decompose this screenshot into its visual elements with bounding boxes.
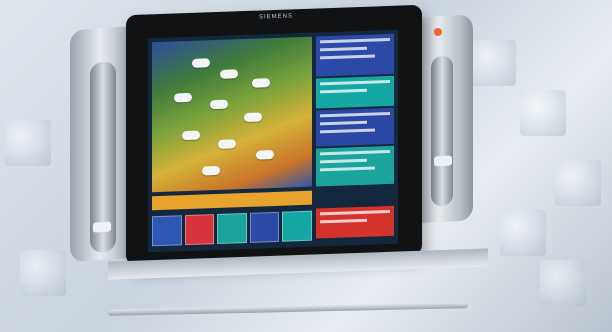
weather-map	[152, 36, 312, 193]
screen-button[interactable]	[152, 215, 182, 247]
product-photo: SIEMENS	[0, 0, 612, 332]
stylus	[107, 302, 469, 316]
cloud-icon	[252, 78, 270, 88]
alert-panel	[316, 205, 394, 239]
screen-button[interactable]	[249, 211, 280, 243]
cloud-icon	[174, 92, 192, 103]
cloud-icon	[202, 165, 220, 176]
brand-logo: SIEMENS	[258, 13, 293, 21]
background-tile	[540, 260, 586, 306]
tablet-device: SIEMENS	[48, 4, 496, 280]
background-tile	[5, 120, 51, 166]
info-panel	[316, 145, 394, 187]
cloud-icon	[192, 58, 210, 68]
background-tile	[500, 210, 546, 256]
cloud-icon	[244, 112, 262, 123]
cloud-icon	[256, 150, 274, 160]
cloud-icon	[182, 130, 200, 141]
cloud-icon	[218, 139, 236, 149]
left-slider-knob	[93, 221, 111, 233]
right-slider-knob	[434, 155, 452, 167]
cloud-icon	[220, 69, 238, 79]
right-slider	[431, 55, 453, 207]
info-panel	[316, 75, 394, 109]
cloud-icon	[210, 99, 228, 110]
screen-button[interactable]	[217, 212, 247, 244]
screen-button[interactable]	[184, 214, 215, 246]
screen-bezel: SIEMENS	[126, 4, 422, 266]
info-strip	[152, 190, 312, 211]
background-tile	[520, 90, 566, 136]
bottom-button-bar	[152, 210, 312, 247]
screen	[148, 29, 398, 253]
background-tile	[555, 160, 601, 206]
power-led	[434, 28, 442, 36]
screen-button[interactable]	[282, 210, 312, 242]
info-panel	[316, 107, 394, 147]
left-slider	[90, 61, 116, 253]
info-panel	[316, 33, 394, 77]
